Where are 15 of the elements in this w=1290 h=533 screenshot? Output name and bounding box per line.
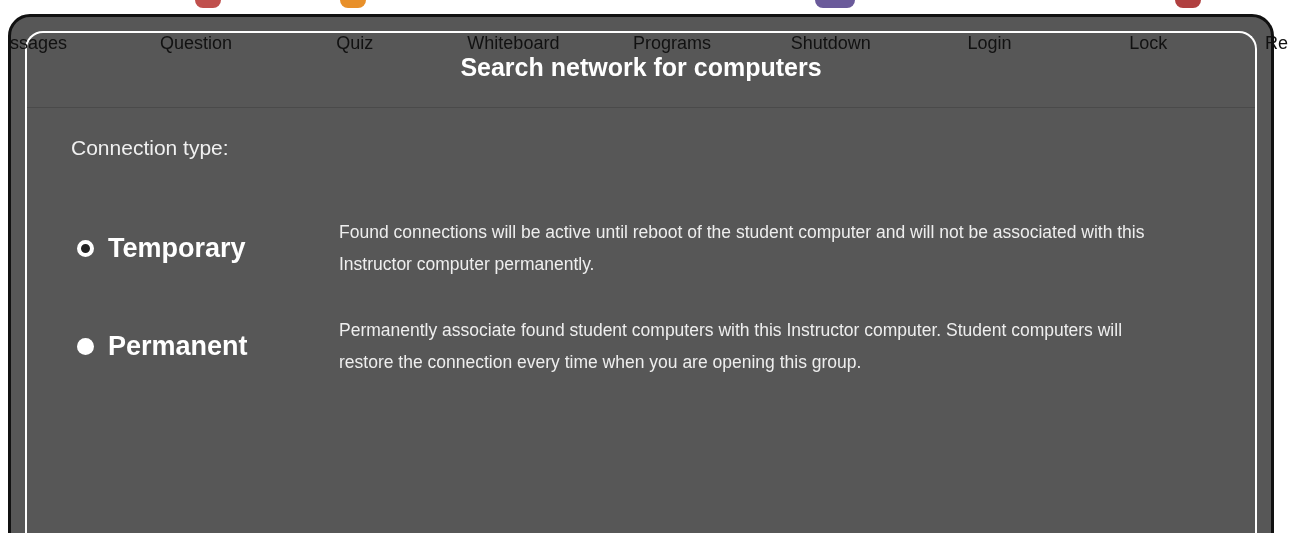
toolbar-label: Whiteboard bbox=[467, 33, 560, 54]
toolbar-label: Shutdown bbox=[790, 33, 871, 54]
toolbar-label: Lock bbox=[1129, 33, 1168, 54]
radio-button[interactable] bbox=[77, 337, 94, 355]
toolbar-label: Question bbox=[160, 33, 232, 54]
section-label: Connection type: bbox=[71, 136, 230, 160]
dialog-title: Search network for computers bbox=[459, 53, 823, 82]
toolbar-label: Login bbox=[967, 33, 1012, 54]
option-description: Permanently associate found student computers with this Instructor computer. Student computers will restore the connection every time when you are opening this group. bbox=[339, 319, 1123, 374]
toolbar-label: Programs bbox=[633, 33, 712, 54]
toolbar-label: Quiz bbox=[336, 33, 374, 54]
option-description: Found connections will be active until reboot of the student computer and will not be associated with this Instructor computer permanently. bbox=[339, 221, 1146, 276]
radio-option[interactable]: Permanent bbox=[77, 330, 339, 362]
radio-option[interactable]: Temporary bbox=[77, 232, 339, 264]
radio-button[interactable] bbox=[77, 239, 94, 257]
